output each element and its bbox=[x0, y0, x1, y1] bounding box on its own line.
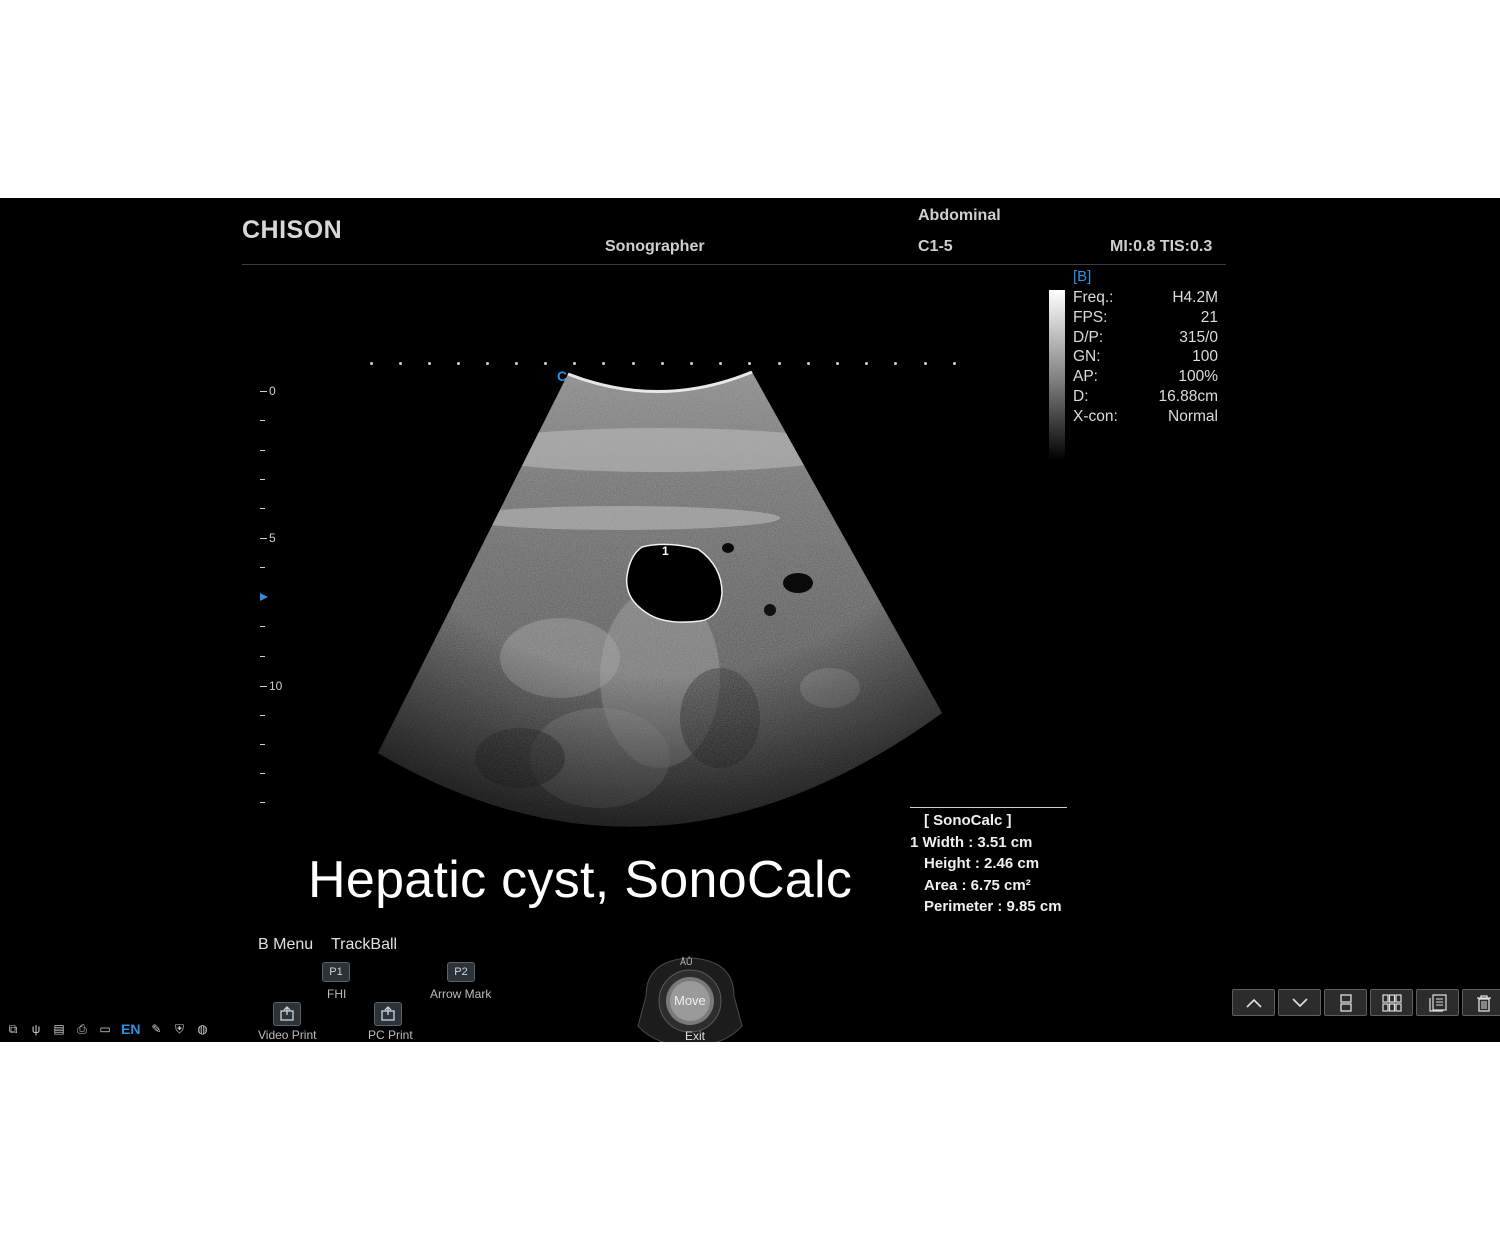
grid-icon bbox=[1381, 993, 1402, 1012]
sonocalc-results: [ SonoCalc ] 1 Width : 3.51 cm Height : … bbox=[910, 810, 1062, 918]
image-nav-buttons bbox=[1232, 989, 1500, 1016]
ultrasound-image[interactable] bbox=[0, 198, 1500, 1042]
shield-icon[interactable]: ⛨ bbox=[172, 1023, 186, 1035]
storage-icon[interactable]: ▤ bbox=[52, 1023, 66, 1035]
trackball-exit-label[interactable]: Exit bbox=[685, 1029, 705, 1042]
image-caption: Hepatic cyst, SonoCalc bbox=[308, 851, 853, 909]
sonocalc-divider bbox=[910, 807, 1067, 808]
chevron-up-icon bbox=[1245, 998, 1262, 1008]
print-icon bbox=[381, 1006, 395, 1021]
trackball-label[interactable]: TrackBall bbox=[331, 936, 397, 954]
sonocalc-width: 1 Width : 3.51 cm bbox=[910, 833, 1033, 851]
ultrasound-screen: CHISON Abdominal Sonographer C1-5 MI:0.8… bbox=[0, 198, 1500, 1042]
p2-function-label: Arrow Mark bbox=[430, 987, 492, 1001]
document-icon bbox=[1428, 993, 1447, 1012]
probe-icon[interactable]: ✎ bbox=[149, 1023, 163, 1035]
usb-icon[interactable]: ψ bbox=[29, 1023, 43, 1035]
page-down-button[interactable] bbox=[1278, 989, 1321, 1016]
trackball-move-label[interactable]: Move bbox=[674, 993, 706, 1008]
sonocalc-title: [ SonoCalc ] bbox=[924, 812, 1012, 829]
delete-button[interactable] bbox=[1462, 989, 1500, 1016]
b-menu-label[interactable]: B Menu bbox=[258, 936, 313, 954]
p2-button[interactable]: P2 bbox=[447, 962, 475, 982]
language-indicator[interactable]: EN bbox=[121, 1021, 140, 1037]
p1-button[interactable]: P1 bbox=[322, 962, 350, 982]
single-layout-button[interactable] bbox=[1324, 989, 1367, 1016]
help-icon[interactable]: ◍ bbox=[195, 1023, 209, 1035]
trash-icon bbox=[1476, 994, 1491, 1012]
video-print-button[interactable] bbox=[273, 1002, 301, 1026]
video-print-label: Video Print bbox=[258, 1028, 317, 1042]
pc-print-button[interactable] bbox=[374, 1002, 402, 1026]
p1-function-label: FHI bbox=[327, 987, 347, 1001]
network-icon[interactable]: ⧉ bbox=[6, 1023, 20, 1035]
trackball-top-label: ÅŮ bbox=[680, 957, 693, 967]
page-up-button[interactable] bbox=[1232, 989, 1275, 1016]
monitor-icon[interactable]: ▭ bbox=[98, 1023, 112, 1035]
sonocalc-height: Height : 2.46 cm bbox=[924, 855, 1040, 872]
pc-print-label: PC Print bbox=[368, 1028, 413, 1042]
printer-icon[interactable]: ⎙ bbox=[75, 1023, 89, 1035]
roi-number: 1 bbox=[662, 544, 669, 558]
sonocalc-area: Area : 6.75 cm² bbox=[924, 876, 1031, 894]
sonocalc-perimeter: Perimeter : 9.85 cm bbox=[924, 898, 1062, 915]
system-tray: ⧉ ψ ▤ ⎙ ▭ EN ✎ ⛨ ◍ bbox=[6, 1021, 209, 1037]
print-icon bbox=[280, 1006, 294, 1021]
chevron-down-icon bbox=[1291, 997, 1308, 1007]
grid-layout-button[interactable] bbox=[1370, 989, 1413, 1016]
layout-two-icon bbox=[1339, 993, 1352, 1012]
report-button[interactable] bbox=[1416, 989, 1459, 1016]
